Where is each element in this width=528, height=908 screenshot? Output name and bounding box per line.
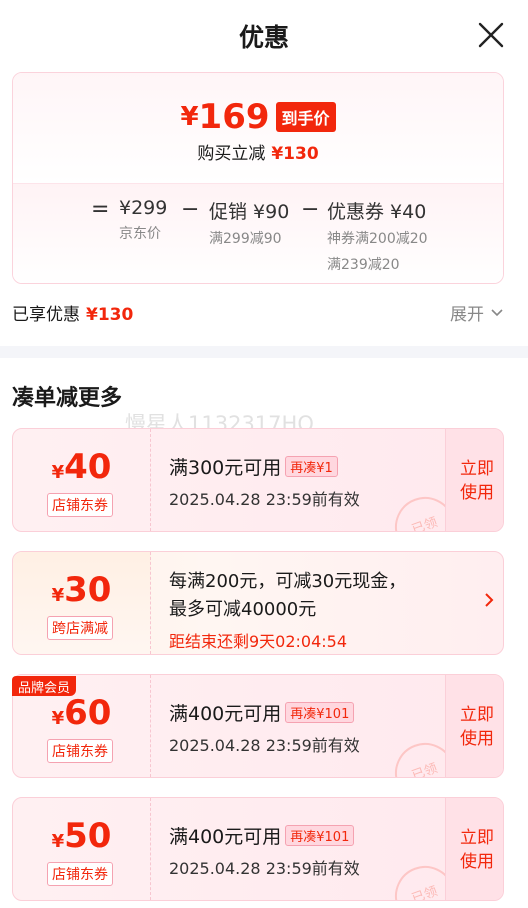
coupon-rule-line-1: 每满200元，可减30元现金， — [169, 571, 407, 592]
currency-symbol: ¥ — [180, 102, 199, 132]
coupon-details: 满300元可用 再凑¥1 2025.04.28 23:59前有效 — [169, 453, 360, 510]
coupon-validity: 2025.04.28 23:59前有效 — [169, 859, 360, 878]
coupon-type: 跨店满减 — [47, 616, 113, 640]
final-price-row: ¥169 到手价 — [13, 97, 503, 141]
buy-reduce-line: 购买立减 ¥130 — [13, 139, 503, 164]
section-title: 凑单减更多 — [12, 386, 123, 411]
jd-price-label: 京东价 — [119, 226, 161, 242]
jd-price-item: ¥299 京东价 — [119, 197, 167, 243]
coupon-condition: 满300元可用 — [169, 457, 282, 479]
chevron-right-icon[interactable] — [483, 592, 495, 608]
cross-store-coupon[interactable]: ¥30 跨店满减 每满200元，可减30元现金， 最多可减40000元 距结束还… — [12, 551, 504, 655]
coupon-amount: ¥30 — [13, 570, 150, 610]
buy-reduce-label: 购买立减 — [197, 144, 266, 164]
currency-symbol: ¥ — [51, 462, 65, 483]
expand-label: 展开 — [450, 305, 484, 325]
currency-symbol: ¥ — [51, 708, 65, 729]
minus-sign: − — [181, 197, 200, 222]
use-now-button[interactable]: 立即使用 — [445, 675, 503, 777]
coupon-countdown: 距结束还剩9天02:04:54 — [169, 632, 348, 651]
dialog-header: 优惠 — [0, 0, 528, 72]
coupon-type: 店铺东券 — [47, 739, 113, 763]
coupon-details: 满400元可用 再凑¥101 2025.04.28 23:59前有效 — [169, 822, 360, 879]
enjoyed-discount: 已享优惠 ¥130 — [12, 300, 133, 325]
price-summary-card: ¥169 到手价 购买立减 ¥130 = ¥299 京东价 − 促销 ¥90 满29… — [12, 72, 504, 284]
promo-item: 促销 ¥90 满299减90 — [209, 197, 289, 248]
coupon-validity: 2025.04.28 23:59前有效 — [169, 736, 360, 755]
minus-sign: − — [301, 197, 320, 222]
use-now-label: 立即使用 — [460, 705, 494, 749]
enjoyed-value: ¥130 — [86, 305, 134, 325]
coupon-amount: ¥40 — [13, 447, 150, 487]
coupon-amount-value: 40 — [64, 447, 112, 487]
promo-sub: 满299减90 — [209, 231, 282, 247]
coupon-details: 满400元可用 再凑¥101 2025.04.28 23:59前有效 — [169, 699, 360, 756]
final-price: 169 — [198, 97, 270, 137]
coupon-rule-line-2: 最多可减40000元 — [169, 599, 317, 620]
coupon-card: ¥40 店铺东券 满300元可用 再凑¥1 2025.04.28 23:59前有效… — [12, 428, 504, 532]
coupon-condition: 满400元可用 — [169, 826, 282, 848]
coupon-extra: 再凑¥101 — [285, 825, 355, 846]
currency-symbol: ¥ — [51, 831, 65, 852]
use-now-button[interactable]: 立即使用 — [445, 429, 503, 531]
coupon-amount-value: 60 — [64, 693, 112, 733]
chevron-down-icon — [491, 309, 503, 317]
enjoyed-label: 已享优惠 — [12, 305, 80, 325]
brand-member-badge: 品牌会员 — [12, 676, 77, 696]
equals-sign: = — [91, 197, 110, 222]
promo-value: 促销 ¥90 — [209, 201, 290, 223]
coupon-amount-area: ¥50 店铺东券 — [13, 798, 151, 900]
coupon-item: 优惠券 ¥40 神券满200减20 满239减20 — [327, 197, 428, 274]
coupon-validity: 2025.04.28 23:59前有效 — [169, 490, 360, 509]
coupon-details: 每满200元，可减30元现金， 最多可减40000元 距结束还剩9天02:04:… — [169, 568, 406, 652]
coupon-condition: 满400元可用 — [169, 703, 282, 725]
use-now-label: 立即使用 — [460, 459, 494, 503]
coupon-extra: 再凑¥1 — [285, 456, 338, 477]
currency-symbol: ¥ — [51, 585, 65, 606]
coupon-amount-area: ¥30 跨店满减 — [13, 552, 151, 654]
use-now-label: 立即使用 — [460, 828, 494, 872]
coupon-sub-1: 神券满200减20 — [327, 231, 428, 247]
close-icon[interactable] — [476, 20, 506, 50]
coupon-extra: 再凑¥101 — [285, 702, 355, 723]
coupon-value: 优惠券 ¥40 — [327, 201, 427, 223]
final-price-tag: 到手价 — [275, 102, 336, 132]
coupon-amount-area: ¥40 店铺东券 — [13, 429, 151, 531]
coupon-card: ¥60 店铺东券 满400元可用 再凑¥101 2025.04.28 23:59前… — [12, 674, 504, 778]
coupon-type: 店铺东券 — [47, 493, 113, 517]
expand-button[interactable]: 展开 — [450, 300, 503, 325]
use-now-button[interactable]: 立即使用 — [445, 798, 503, 900]
coupon-amount: ¥50 — [13, 816, 150, 856]
coupon-amount: ¥60 — [13, 693, 150, 733]
section-divider — [0, 346, 528, 358]
coupon-amount-value: 30 — [64, 570, 112, 610]
dialog-title: 优惠 — [238, 23, 289, 52]
coupon-sub-2: 满239减20 — [327, 257, 400, 273]
jd-price: ¥299 — [119, 197, 168, 219]
buy-reduce-value: ¥130 — [271, 144, 319, 164]
coupon-card: ¥50 店铺东券 满400元可用 再凑¥101 2025.04.28 23:59前… — [12, 797, 504, 901]
coupon-amount-value: 50 — [64, 816, 112, 856]
coupon-type: 店铺东券 — [47, 862, 113, 886]
